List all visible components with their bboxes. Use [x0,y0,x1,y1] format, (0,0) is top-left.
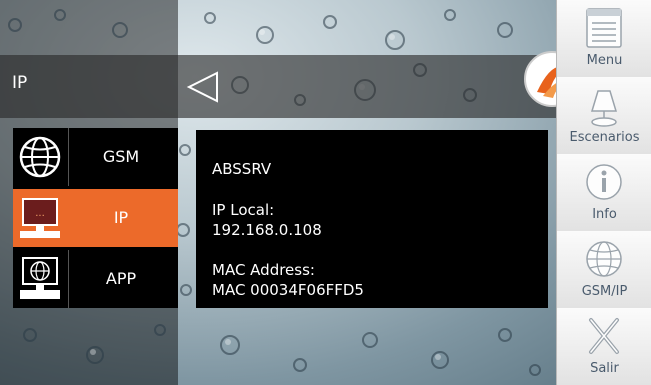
salir-button[interactable]: Salir [557,308,651,385]
menu-separator [68,128,69,186]
info-button-label: Info [592,207,617,222]
gsm-ip-button-label: GSM/IP [581,284,628,299]
computer-globe-icon [20,257,60,299]
side-navigation: Menu Escenarios Info GSM/IP Salir [556,0,651,385]
close-icon [589,318,619,354]
info-button[interactable]: Info [557,154,651,232]
salir-button-label: Salir [590,361,619,376]
menu-item-ip[interactable]: ... IP [13,189,178,247]
back-arrow-icon[interactable] [183,67,223,107]
title-bar: IP [0,55,556,118]
lamp-icon [590,90,618,127]
mac-address-label: MAC Address: [212,261,315,279]
connection-menu: GSM ... IP APP [13,128,178,308]
computer-icon: ... [20,198,60,238]
menu-item-label: IP [113,208,129,227]
menu-item-app[interactable]: APP [13,250,178,308]
menu-item-label: APP [105,269,137,288]
ip-local-label: IP Local: [212,201,275,219]
globe-icon [19,136,61,178]
connection-info-panel: ABSSRV IP Local: 192.168.0.108 MAC Addre… [196,130,548,308]
gsm-ip-button[interactable]: GSM/IP [557,231,651,309]
globe-icon [586,241,622,277]
info-icon [586,164,622,200]
escenarios-button-label: Escenarios [569,130,640,145]
menu-button[interactable]: Menu [557,0,651,78]
menu-separator [68,250,69,308]
mac-address-value: MAC 00034F06FFD5 [212,281,364,299]
menu-item-gsm[interactable]: GSM [13,128,178,186]
svg-text:...: ... [35,208,45,219]
escenarios-button[interactable]: Escenarios [557,77,651,155]
page-title: IP [12,73,28,93]
device-name: ABSSRV [212,160,272,178]
menu-item-label: GSM [102,147,140,166]
ip-local-value: 192.168.0.108 [212,221,322,239]
menu-list-icon [586,8,622,48]
menu-button-label: Menu [586,53,623,68]
